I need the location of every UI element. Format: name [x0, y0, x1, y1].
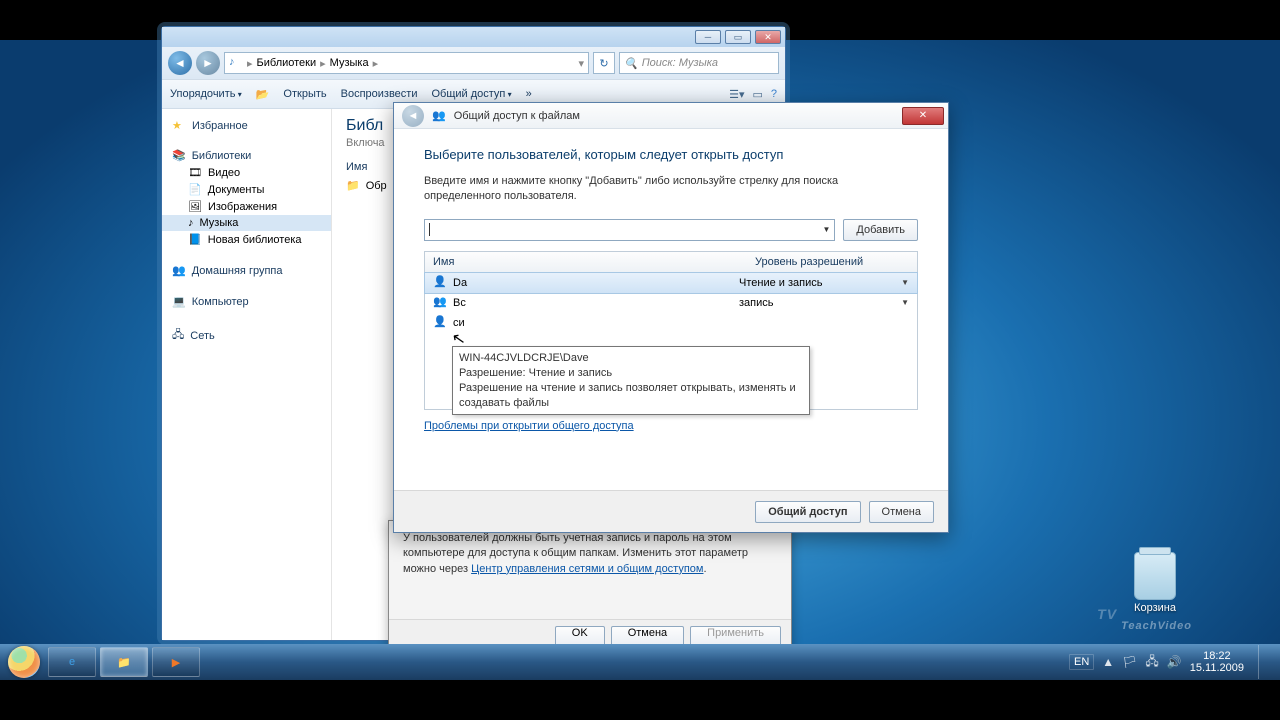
- user-row-everyone[interactable]: 👥 Вс запись▼: [425, 293, 917, 313]
- back-button[interactable]: ◄: [168, 51, 192, 75]
- user-icon: 👤: [433, 275, 449, 291]
- system-tray: EN ▲ 🏳 🖧 🔊 18:22 15.11.2009: [1069, 645, 1276, 679]
- search-icon: 🔍: [624, 57, 638, 70]
- sidebar-libraries[interactable]: 📚Библиотеки: [162, 145, 331, 164]
- windows-logo-icon: [8, 646, 40, 678]
- taskbar-explorer[interactable]: 📁: [100, 647, 148, 677]
- open-icon: 📂: [256, 88, 270, 101]
- troubleshoot-link[interactable]: Проблемы при открытии общего доступа: [424, 420, 634, 432]
- preview-pane-button[interactable]: ▭: [752, 88, 762, 101]
- search-box[interactable]: 🔍 Поиск: Музыка: [619, 52, 779, 74]
- properties-dialog: У пользователей должны быть учетная запи…: [388, 520, 792, 654]
- taskbar: e 📁 ▶ EN ▲ 🏳 🖧 🔊 18:22 15.11.2009: [0, 644, 1280, 680]
- explorer-titlebar[interactable]: ─ ▭ ✕: [162, 27, 785, 47]
- permission-dropdown[interactable]: ▼: [901, 278, 909, 287]
- libraries-icon: 📚: [172, 149, 186, 162]
- refresh-button[interactable]: ↻: [593, 52, 615, 74]
- help-button[interactable]: ?: [771, 88, 777, 101]
- search-placeholder: Поиск: Музыка: [642, 57, 718, 69]
- sidebar-computer[interactable]: 💻Компьютер: [162, 291, 331, 310]
- music-icon: ♪: [229, 56, 243, 70]
- explorer-sidebar: ★Избранное 📚Библиотеки 🎞Видео 📄Документы…: [162, 109, 332, 640]
- wizard-title: Общий доступ к файлам: [454, 110, 580, 122]
- add-button[interactable]: Добавить: [843, 219, 918, 241]
- pictures-icon: 🖼: [188, 200, 202, 213]
- share-button[interactable]: Общий доступ: [431, 88, 511, 100]
- user-combobox[interactable]: ▼: [424, 219, 835, 241]
- sidebar-item-music[interactable]: ♪Музыка: [162, 215, 331, 231]
- star-icon: ★: [172, 119, 186, 133]
- chevron-down-icon[interactable]: ▼: [822, 225, 830, 234]
- volume-icon[interactable]: 🔊: [1167, 655, 1182, 669]
- user-row-system[interactable]: 👤 си: [425, 313, 917, 333]
- forward-button[interactable]: ►: [196, 51, 220, 75]
- column-permission[interactable]: Уровень разрешений: [747, 252, 917, 272]
- wizard-back-button[interactable]: ◄: [402, 105, 424, 127]
- share-button[interactable]: Общий доступ: [755, 501, 860, 523]
- user-icon: 👤: [433, 315, 449, 331]
- desktop: ─ ▭ ✕ ◄ ► ♪ ▸ Библиотеки ▸ Музыка ▸ ▾ ↻ …: [0, 40, 1280, 680]
- sidebar-item-video[interactable]: 🎞Видео: [162, 164, 331, 181]
- maximize-button[interactable]: ▭: [725, 30, 751, 44]
- breadcrumb-current[interactable]: Музыка: [330, 57, 369, 69]
- music-icon: ♪: [188, 217, 194, 229]
- computer-icon: 💻: [172, 295, 186, 308]
- wizard-heading: Выберите пользователей, которым следует …: [424, 147, 918, 162]
- tray-up-icon[interactable]: ▲: [1102, 655, 1114, 669]
- breadcrumb-root[interactable]: Библиотеки: [257, 57, 317, 69]
- recycle-bin-icon: [1134, 552, 1176, 600]
- documents-icon: 📄: [188, 183, 202, 196]
- view-button[interactable]: ☰▾: [729, 88, 744, 101]
- file-sharing-wizard: ◄ 👥 Общий доступ к файлам ✕ Выберите пол…: [393, 102, 949, 533]
- clock[interactable]: 18:22 15.11.2009: [1190, 650, 1244, 674]
- sidebar-item-documents[interactable]: 📄Документы: [162, 181, 331, 198]
- taskbar-ie[interactable]: e: [48, 647, 96, 677]
- wizard-close-button[interactable]: ✕: [902, 107, 944, 125]
- show-desktop-button[interactable]: [1258, 645, 1270, 679]
- permission-dropdown[interactable]: ▼: [901, 298, 909, 307]
- tooltip: WIN-44CJVLDCRJE\Dave Разрешение: Чтение …: [452, 346, 810, 415]
- more-button[interactable]: »: [526, 88, 532, 100]
- address-bar[interactable]: ♪ ▸ Библиотеки ▸ Музыка ▸ ▾: [224, 52, 589, 74]
- wizard-titlebar[interactable]: ◄ 👥 Общий доступ к файлам ✕: [394, 103, 948, 129]
- folder-icon: 📁: [346, 179, 360, 192]
- minimize-button[interactable]: ─: [695, 30, 721, 44]
- user-row-dave[interactable]: 👤 Da Чтение и запись▼: [424, 272, 918, 294]
- language-indicator[interactable]: EN: [1069, 654, 1094, 670]
- wizard-instruction: Введите имя и нажмите кнопку "Добавить" …: [424, 174, 918, 205]
- sharing-icon: 👥: [432, 109, 446, 122]
- explorer-icon: 📁: [117, 656, 131, 669]
- network-tray-icon[interactable]: 🖧: [1145, 652, 1158, 673]
- wizard-cancel-button[interactable]: Отмена: [869, 501, 934, 523]
- action-center-icon[interactable]: 🏳: [1122, 655, 1137, 669]
- organize-button[interactable]: Упорядочить: [170, 88, 242, 100]
- explorer-navbar: ◄ ► ♪ ▸ Библиотеки ▸ Музыка ▸ ▾ ↻ 🔍 Поис…: [162, 47, 785, 79]
- network-center-link[interactable]: Центр управления сетями и общим доступом: [471, 563, 703, 575]
- watermark: TVTeachVideo: [1097, 605, 1192, 636]
- video-icon: 🎞: [188, 166, 202, 179]
- network-icon: 🖧: [172, 326, 184, 345]
- homegroup-icon: 👥: [172, 264, 186, 277]
- sidebar-item-pictures[interactable]: 🖼Изображения: [162, 198, 331, 215]
- taskbar-wmp[interactable]: ▶: [152, 647, 200, 677]
- play-button[interactable]: Воспроизвести: [341, 88, 418, 100]
- start-button[interactable]: [4, 645, 44, 679]
- ie-icon: e: [69, 656, 75, 668]
- open-button[interactable]: Открыть: [283, 88, 326, 100]
- close-button[interactable]: ✕: [755, 30, 781, 44]
- group-icon: 👥: [433, 295, 449, 311]
- wmp-icon: ▶: [172, 656, 180, 669]
- sidebar-item-newlib[interactable]: 📘Новая библиотека: [162, 231, 331, 248]
- sidebar-favorites[interactable]: ★Избранное: [162, 115, 331, 135]
- sidebar-homegroup[interactable]: 👥Домашняя группа: [162, 260, 331, 279]
- sidebar-network[interactable]: 🖧Сеть: [162, 322, 331, 347]
- library-icon: 📘: [188, 233, 202, 246]
- column-name[interactable]: Имя: [425, 252, 747, 272]
